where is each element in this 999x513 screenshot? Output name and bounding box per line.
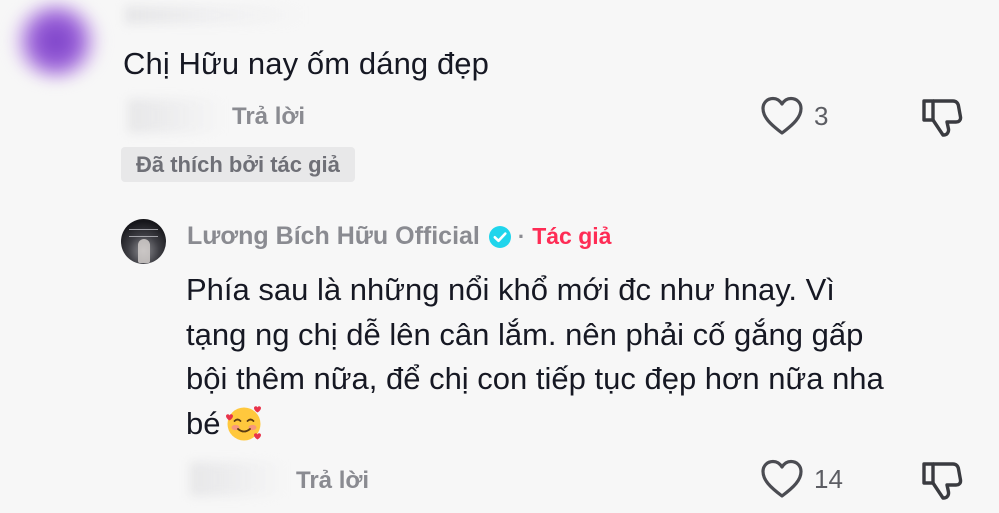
reply-text-content: Phía sau là những nổi khổ mới đc như hna…	[186, 272, 884, 441]
heart-outline-icon	[760, 459, 804, 499]
verified-badge-icon	[488, 225, 512, 249]
dislike-button[interactable]	[920, 459, 964, 506]
reply-author-line: Lương Bích Hữu Official · Tác giả	[187, 222, 611, 251]
reply-date-blurred	[190, 462, 285, 496]
thumbs-down-icon	[920, 462, 964, 505]
commenter-avatar-blurred[interactable]	[8, 0, 104, 82]
separator-dot: ·	[517, 223, 526, 249]
reply-comment-text: Phía sau là những nổi khổ mới đc như hna…	[186, 268, 886, 454]
like-count: 3	[814, 100, 829, 131]
commenter-name-blurred	[125, 6, 305, 24]
like-count: 14	[814, 463, 843, 494]
liked-by-author-badge: Đã thích bởi tác giả	[121, 147, 355, 182]
like-button[interactable]: 3	[760, 96, 828, 136]
reply-button[interactable]: Trả lời	[296, 467, 369, 495]
author-tag: Tác giả	[532, 223, 612, 249]
author-avatar[interactable]	[121, 219, 166, 264]
comment-date-blurred	[128, 99, 223, 133]
dislike-button[interactable]	[920, 96, 964, 143]
thumbs-down-icon	[920, 99, 964, 142]
reply-button[interactable]: Trả lời	[232, 103, 305, 131]
comment-text: Chị Hữu nay ốm dáng đẹp	[123, 46, 489, 81]
heart-outline-icon	[760, 96, 804, 136]
smiling-face-with-hearts-emoji	[224, 404, 264, 455]
like-button[interactable]: 14	[760, 459, 843, 499]
author-name[interactable]: Lương Bích Hữu Official	[187, 222, 480, 251]
